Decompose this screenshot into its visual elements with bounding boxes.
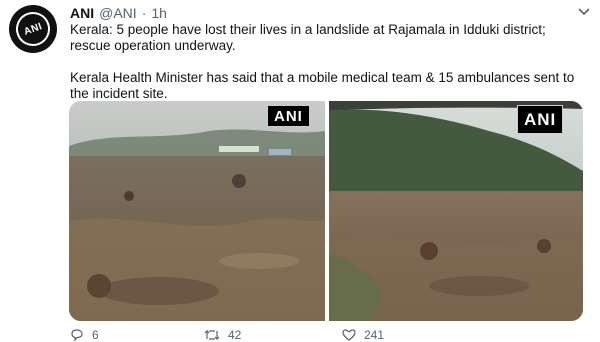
reply-count: 6 xyxy=(92,328,99,342)
landslide-photo-1[interactable]: ANI xyxy=(69,101,325,321)
tweet-timestamp[interactable]: 1h xyxy=(151,5,167,21)
ani-watermark: ANI xyxy=(517,105,564,134)
retweet-count: 42 xyxy=(228,328,242,342)
ani-logo-icon: ANI xyxy=(11,7,55,51)
avatar[interactable]: ANI xyxy=(9,5,57,53)
tweet-text: Kerala: 5 people have lost their lives i… xyxy=(70,22,590,102)
landslide-photo-2[interactable]: ANI xyxy=(329,101,583,321)
media-grid: ANI ANI xyxy=(69,101,583,321)
reply-icon xyxy=(71,329,83,341)
tweet-header: ANI @ANI · 1h xyxy=(70,4,167,22)
like-count: 241 xyxy=(364,328,385,342)
reply-button[interactable]: 6 xyxy=(70,328,99,342)
chevron-down-icon[interactable] xyxy=(578,6,590,18)
retweet-button[interactable]: 42 xyxy=(204,328,241,342)
author-handle[interactable]: @ANI xyxy=(99,5,137,21)
heart-icon xyxy=(342,329,356,341)
tweet-paragraph-1: Kerala: 5 people have lost their lives i… xyxy=(70,22,546,53)
tweet-paragraph-2: Kerala Health Minister has said that a m… xyxy=(70,70,575,101)
tweet-actions: 6 42 241 xyxy=(70,328,490,342)
retweet-icon xyxy=(204,329,220,341)
separator-dot: · xyxy=(141,5,147,21)
author-name[interactable]: ANI xyxy=(70,5,94,21)
avatar-logo-text: ANI xyxy=(22,20,44,38)
like-button[interactable]: 241 xyxy=(342,328,384,342)
ani-watermark: ANI xyxy=(267,105,310,127)
